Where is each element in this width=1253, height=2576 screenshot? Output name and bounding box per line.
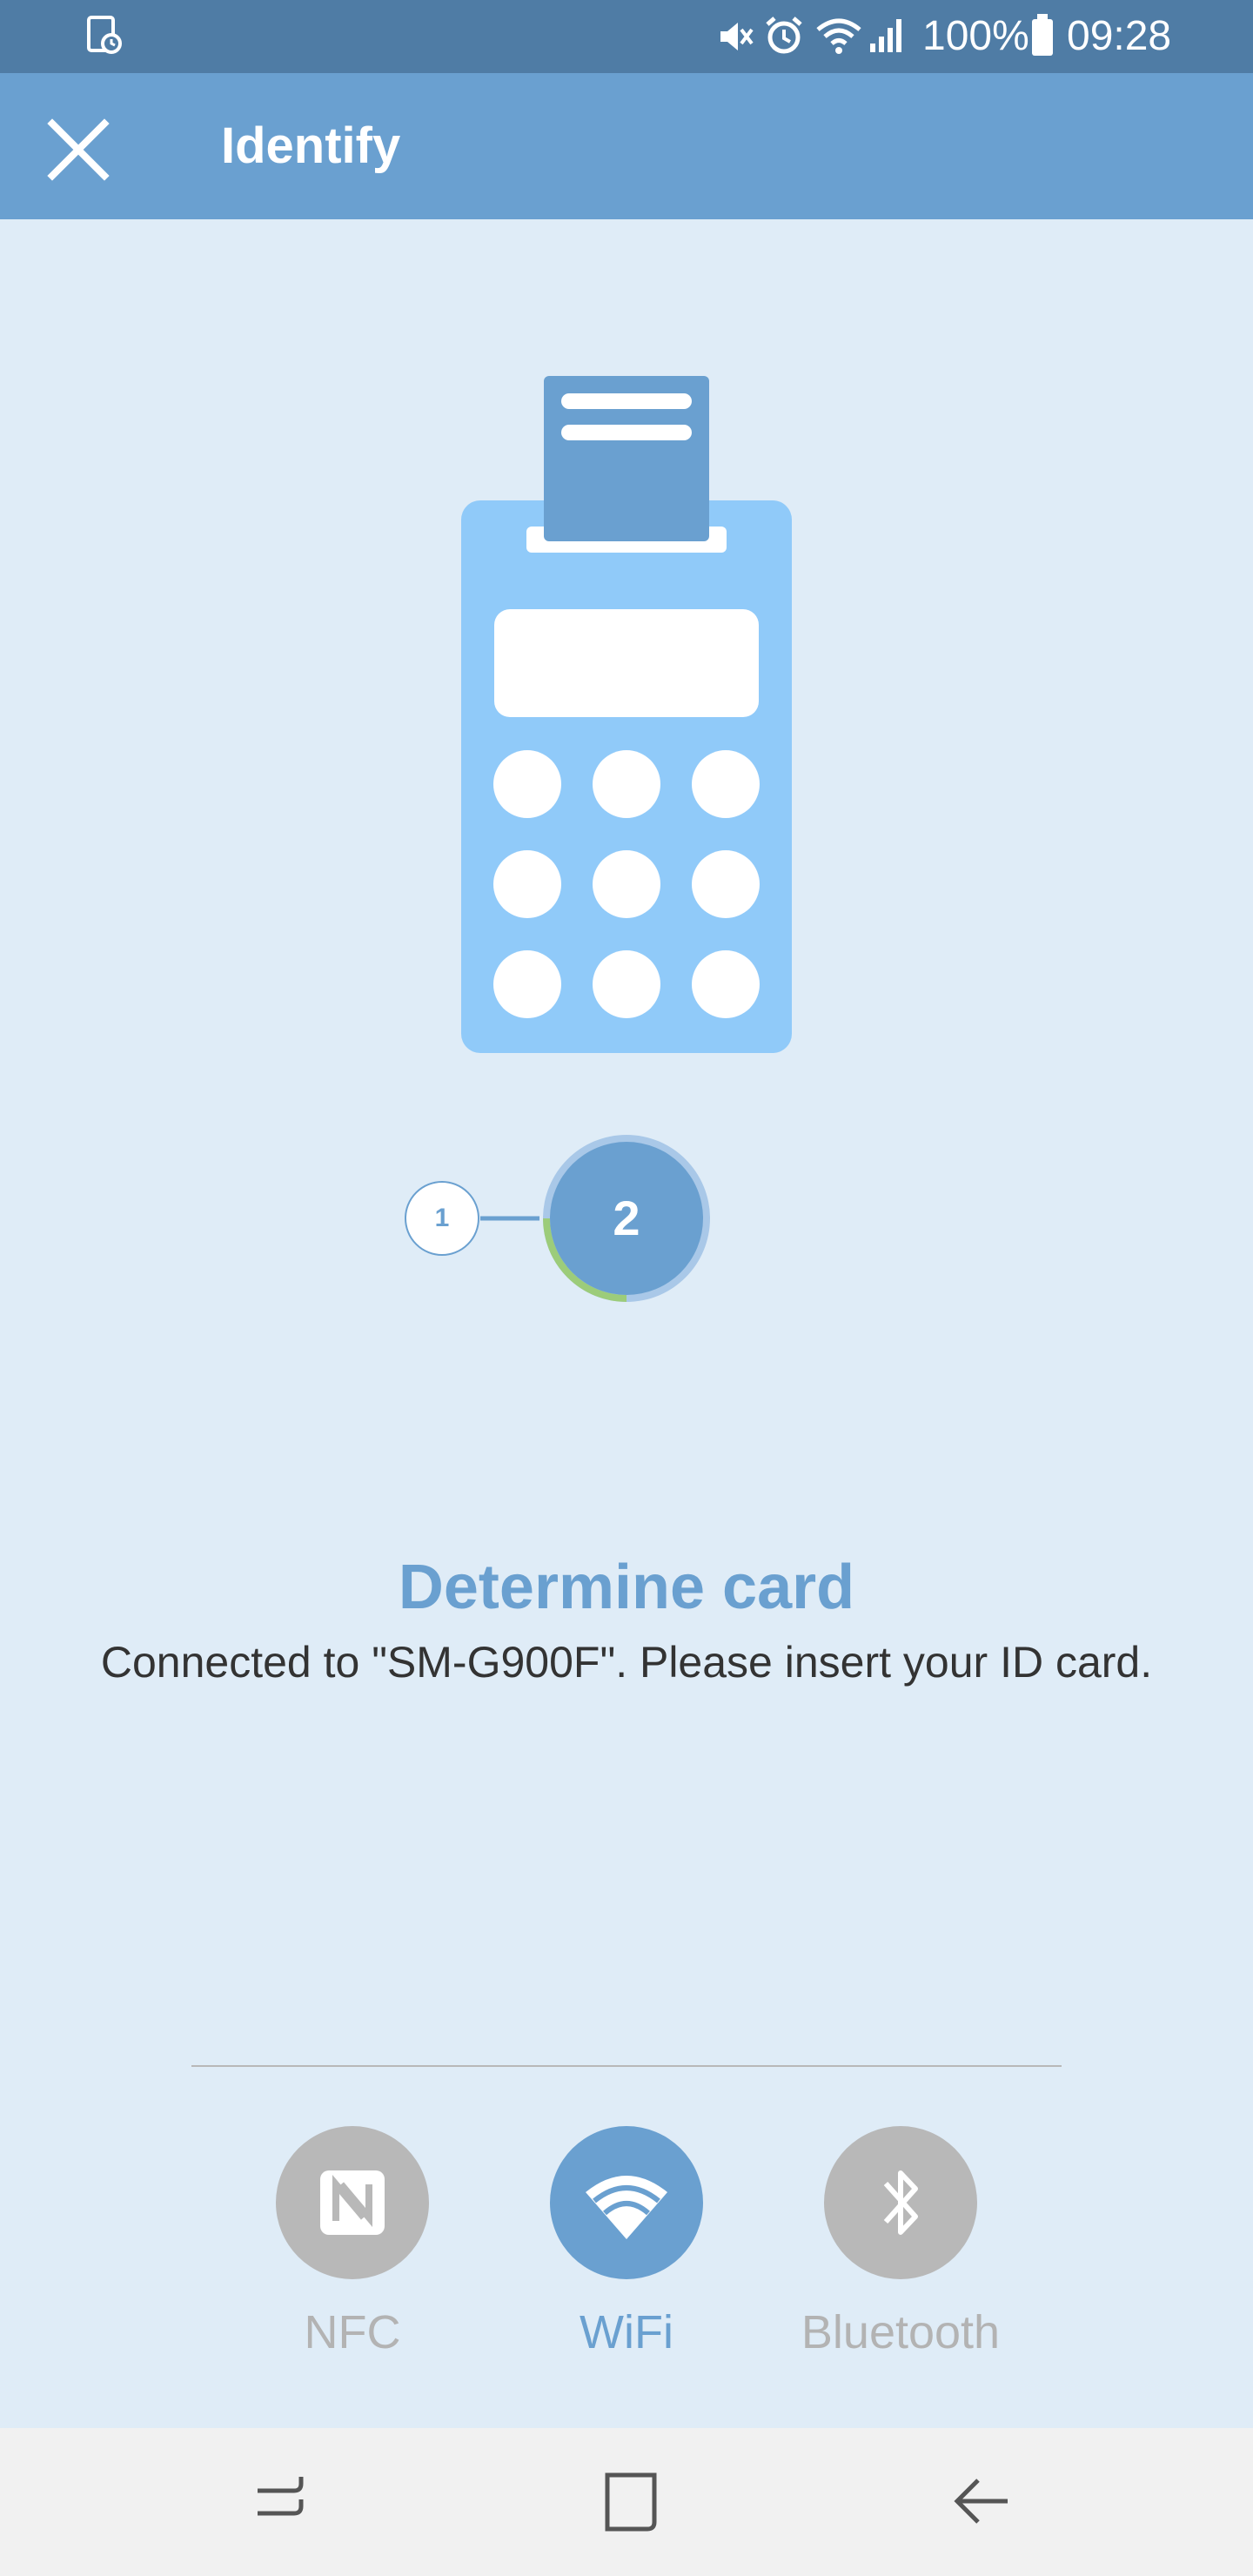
navigation-bar [0, 2428, 1253, 2576]
close-icon[interactable] [40, 111, 117, 188]
status-message: Connected to "SM-G900F". Please insert y… [100, 1638, 1153, 1687]
battery-percent: 100% [922, 13, 1029, 59]
alarm-icon [766, 17, 802, 54]
step-1: 1 [434, 1204, 450, 1232]
wifi-label: WiFi [580, 2306, 673, 2358]
recents-icon[interactable] [242, 2463, 320, 2541]
screen-time-icon [87, 16, 122, 54]
wifi-icon [586, 2176, 667, 2239]
divider [191, 2065, 1062, 2067]
card-reader-icon [461, 376, 792, 1053]
nfc-label: NFC [304, 2306, 401, 2358]
app-bar: Identify [0, 73, 1253, 219]
mute-icon [720, 23, 754, 50]
home-icon[interactable] [592, 2463, 670, 2541]
bluetooth-label: Bluetooth [801, 2306, 1001, 2358]
wifi-option[interactable]: WiFi [513, 2126, 740, 2370]
back-icon[interactable] [941, 2463, 1020, 2541]
step-2: 2 [613, 1191, 640, 1245]
bluetooth-icon [883, 2170, 918, 2235]
nfc-icon [320, 2170, 385, 2235]
nfc-option[interactable]: NFC [239, 2126, 466, 2370]
step-indicator: 1 2 [392, 1123, 740, 1323]
signal-icon [870, 19, 901, 52]
battery-icon [1032, 14, 1053, 56]
status-bar: 100% 09:28 [0, 0, 1253, 73]
bluetooth-option[interactable]: Bluetooth [787, 2126, 1014, 2370]
status-headline: Determine card [398, 1553, 855, 1622]
clock: 09:28 [1067, 13, 1172, 59]
page-title: Identify [221, 117, 401, 174]
wifi-icon [816, 18, 861, 54]
